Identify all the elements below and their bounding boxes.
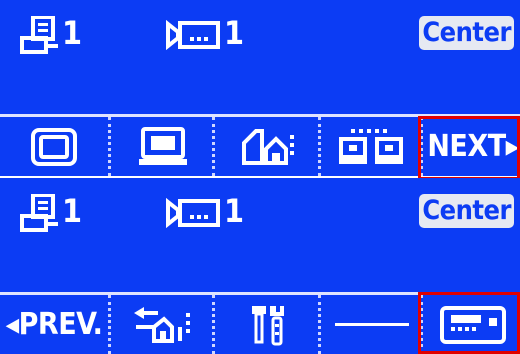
- mode-badge: Center: [419, 194, 514, 228]
- softkey-group[interactable]: [318, 117, 423, 176]
- monitor-icon: [30, 127, 78, 167]
- monitor-count: 1: [62, 192, 82, 230]
- softkey-tools[interactable]: [212, 295, 321, 354]
- empty-slot-dash: [335, 322, 409, 327]
- status-bar: 1 1 Center: [0, 12, 520, 54]
- softkey-prev[interactable]: ◂PREV.: [0, 295, 108, 354]
- keyboard-icon: [139, 126, 187, 167]
- mode-badge: Center: [419, 16, 514, 50]
- selection-highlight: [418, 116, 520, 180]
- selection-highlight: [418, 292, 520, 354]
- monitor-status-icon: [20, 193, 60, 236]
- status-bar: 1 1 Center: [0, 190, 520, 232]
- group-icon: [337, 127, 407, 167]
- softkey-sequence[interactable]: [108, 295, 215, 354]
- camera-count: 1: [224, 192, 244, 230]
- monitor-count: 1: [62, 14, 82, 52]
- camera-count: 1: [224, 14, 244, 52]
- camera-status-icon: [166, 19, 222, 54]
- softkey-tour[interactable]: [212, 117, 321, 176]
- softkey-empty[interactable]: [318, 295, 423, 354]
- softkey-keyboard[interactable]: [108, 117, 215, 176]
- prev-label: ◂PREV.: [5, 306, 103, 342]
- sequence-icon: [132, 305, 194, 345]
- monitor-status-icon: [20, 15, 60, 58]
- camera-status-icon: [166, 197, 222, 232]
- tour-icon: [238, 127, 298, 167]
- tools-icon: [250, 304, 286, 346]
- softkey-monitor[interactable]: [0, 117, 108, 176]
